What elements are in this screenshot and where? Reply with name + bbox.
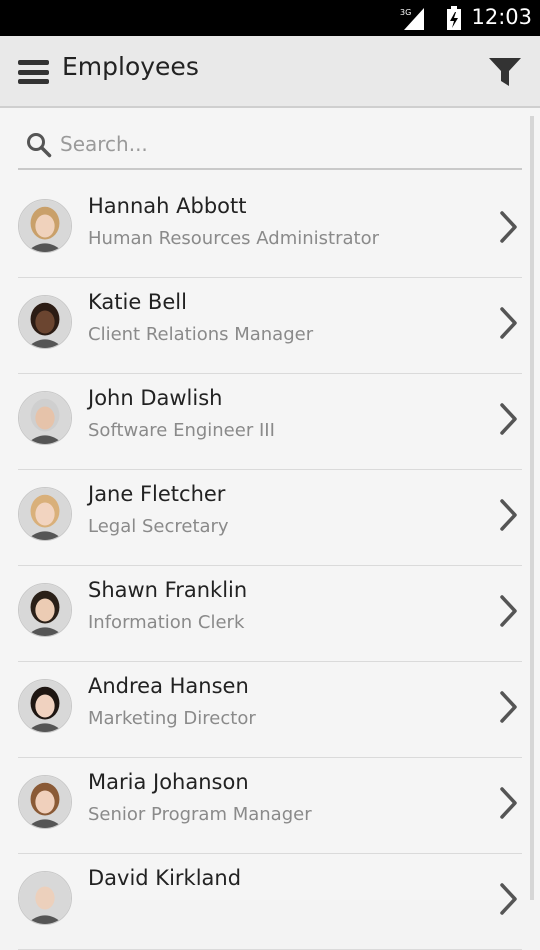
- app-bar: Employees: [0, 36, 540, 108]
- list-item[interactable]: David Kirkland: [18, 854, 522, 950]
- network-type-label: 3G: [400, 8, 411, 17]
- search-icon: [27, 133, 52, 158]
- search-field: [18, 120, 522, 170]
- hamburger-menu-icon[interactable]: [18, 60, 49, 84]
- list-item[interactable]: John Dawlish Software Engineer III: [18, 374, 522, 470]
- chevron-right-icon[interactable]: [498, 786, 520, 820]
- list-item[interactable]: Hannah Abbott Human Resources Administrat…: [18, 182, 522, 278]
- chevron-right-icon[interactable]: [498, 594, 520, 628]
- list-item[interactable]: Shawn Franklin Information Clerk: [18, 566, 522, 662]
- list-item[interactable]: Jane Fletcher Legal Secretary: [18, 470, 522, 566]
- employee-name: David Kirkland: [88, 866, 242, 890]
- search-input[interactable]: [60, 128, 500, 160]
- employee-name: Jane Fletcher: [88, 482, 226, 506]
- chevron-right-icon[interactable]: [498, 306, 520, 340]
- list-item[interactable]: Katie Bell Client Relations Manager: [18, 278, 522, 374]
- avatar: [18, 391, 72, 445]
- chevron-right-icon[interactable]: [498, 690, 520, 724]
- status-clock: 12:03: [471, 5, 532, 29]
- employee-job-title: Senior Program Manager: [88, 804, 312, 825]
- avatar: [18, 583, 72, 637]
- chevron-right-icon[interactable]: [498, 402, 520, 436]
- list-item[interactable]: Andrea Hansen Marketing Director: [18, 662, 522, 758]
- page-title: Employees: [62, 52, 199, 81]
- chevron-right-icon[interactable]: [498, 882, 520, 916]
- filter-funnel-icon[interactable]: [488, 56, 522, 88]
- status-bar: 3G 12:03: [0, 0, 540, 36]
- avatar: [18, 679, 72, 733]
- list-item[interactable]: Maria Johanson Senior Program Manager: [18, 758, 522, 854]
- avatar: [18, 295, 72, 349]
- employee-name: Maria Johanson: [88, 770, 249, 794]
- avatar: [18, 775, 72, 829]
- employee-name: Katie Bell: [88, 290, 187, 314]
- employee-job-title: Marketing Director: [88, 708, 256, 729]
- employee-name: Hannah Abbott: [88, 194, 247, 218]
- avatar: [18, 199, 72, 253]
- chevron-right-icon[interactable]: [498, 210, 520, 244]
- avatar: [18, 487, 72, 541]
- employee-name: Andrea Hansen: [88, 674, 249, 698]
- employee-name: John Dawlish: [88, 386, 223, 410]
- employee-list-screen: Hannah Abbott Human Resources Administrat…: [0, 108, 540, 950]
- employee-job-title: Information Clerk: [88, 612, 245, 633]
- battery-icon: [447, 6, 461, 30]
- chevron-right-icon[interactable]: [498, 498, 520, 532]
- employee-job-title: Software Engineer III: [88, 420, 275, 441]
- employee-list: Hannah Abbott Human Resources Administrat…: [18, 182, 522, 950]
- avatar: [18, 871, 72, 925]
- scrollbar[interactable]: [530, 116, 534, 900]
- signal-strength-icon: 3G: [400, 8, 424, 30]
- employee-name: Shawn Franklin: [88, 578, 248, 602]
- employee-job-title: Legal Secretary: [88, 516, 229, 537]
- employee-job-title: Client Relations Manager: [88, 324, 314, 345]
- employee-job-title: Human Resources Administrator: [88, 228, 379, 249]
